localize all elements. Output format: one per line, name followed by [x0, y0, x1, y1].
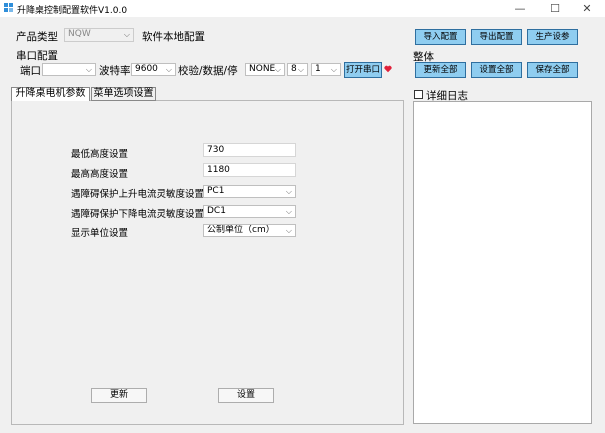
min-height-label: 最低高度设置 [71, 149, 129, 160]
baud-rate-value: 9600 [135, 64, 158, 74]
tab-menu-options[interactable]: 菜单选项设置 [91, 87, 156, 101]
max-height-input[interactable]: 1180 [203, 163, 296, 177]
unit-select[interactable]: 公制单位（cm） ⌵ [203, 224, 296, 237]
set-button[interactable]: 设置 [218, 388, 274, 403]
up-protect-value: PC1 [207, 186, 225, 196]
production-params-button[interactable]: 生产设参 [527, 29, 578, 45]
port-select[interactable]: ⌵ [42, 63, 96, 76]
check-data-stop-label: 校验/数据/停 [178, 65, 238, 77]
baud-rate-select[interactable]: 9600 ⌵ [131, 63, 176, 76]
parity-select[interactable]: NONE ⌵ [245, 63, 285, 76]
chevron-down-icon: ⌵ [285, 226, 292, 235]
product-type-select[interactable]: NQW ⌵ [64, 28, 134, 42]
chevron-down-icon: ⌵ [274, 65, 281, 74]
data-bits-select[interactable]: 8 ⌵ [287, 63, 308, 76]
chevron-down-icon: ⌵ [285, 207, 292, 216]
parity-value: NONE [249, 64, 276, 74]
stop-bits-value: 1 [315, 64, 321, 74]
baud-rate-label: 波特率 [99, 65, 131, 77]
tab-motor-params[interactable]: 升降桌电机参数 [11, 87, 90, 101]
set-all-button[interactable]: 设置全部 [471, 62, 522, 78]
app-icon [4, 3, 13, 12]
chevron-down-icon: ⌵ [297, 65, 304, 74]
log-textbox[interactable] [413, 101, 592, 424]
update-all-button[interactable]: 更新全部 [415, 62, 466, 78]
down-protect-label: 遇障碍保护下降电流灵敏度设置 [71, 209, 205, 220]
local-config-label: 软件本地配置 [142, 31, 205, 43]
max-height-label: 最高高度设置 [71, 169, 129, 180]
unit-value: 公制单位（cm） [207, 225, 275, 235]
detailed-log-checkbox[interactable] [414, 90, 423, 99]
save-all-button[interactable]: 保存全部 [527, 62, 578, 78]
title-bar: 升降桌控制配置软件V1.0.0 — ☐ ✕ [0, 0, 605, 17]
import-config-button[interactable]: 导入配置 [415, 29, 466, 45]
export-config-button[interactable]: 导出配置 [471, 29, 522, 45]
update-button[interactable]: 更新 [91, 388, 147, 403]
chevron-down-icon: ⌵ [330, 65, 337, 74]
stop-bits-select[interactable]: 1 ⌵ [311, 63, 341, 76]
min-height-input[interactable]: 730 [203, 143, 296, 157]
chevron-down-icon: ⌵ [285, 187, 292, 196]
chevron-down-icon: ⌵ [165, 65, 172, 74]
data-bits-value: 8 [291, 64, 297, 74]
serial-config-label: 串口配置 [16, 50, 58, 62]
product-type-label: 产品类型 [16, 31, 58, 43]
open-serial-button[interactable]: 打开串口 [344, 62, 382, 78]
minimize-button[interactable]: — [500, 0, 540, 17]
window-title: 升降桌控制配置软件V1.0.0 [17, 6, 128, 16]
down-protect-value: DC1 [207, 206, 226, 216]
down-protect-select[interactable]: DC1 ⌵ [203, 205, 296, 218]
product-type-value: NQW [68, 29, 91, 39]
status-heart-icon [384, 65, 392, 73]
close-button[interactable]: ✕ [567, 0, 605, 17]
port-label: 端口 [20, 65, 41, 77]
up-protect-label: 遇障碍保护上升电流灵敏度设置 [71, 189, 205, 200]
unit-label: 显示单位设置 [71, 228, 129, 239]
chevron-down-icon: ⌵ [85, 65, 92, 74]
up-protect-select[interactable]: PC1 ⌵ [203, 185, 296, 198]
chevron-down-icon: ⌵ [123, 30, 130, 39]
